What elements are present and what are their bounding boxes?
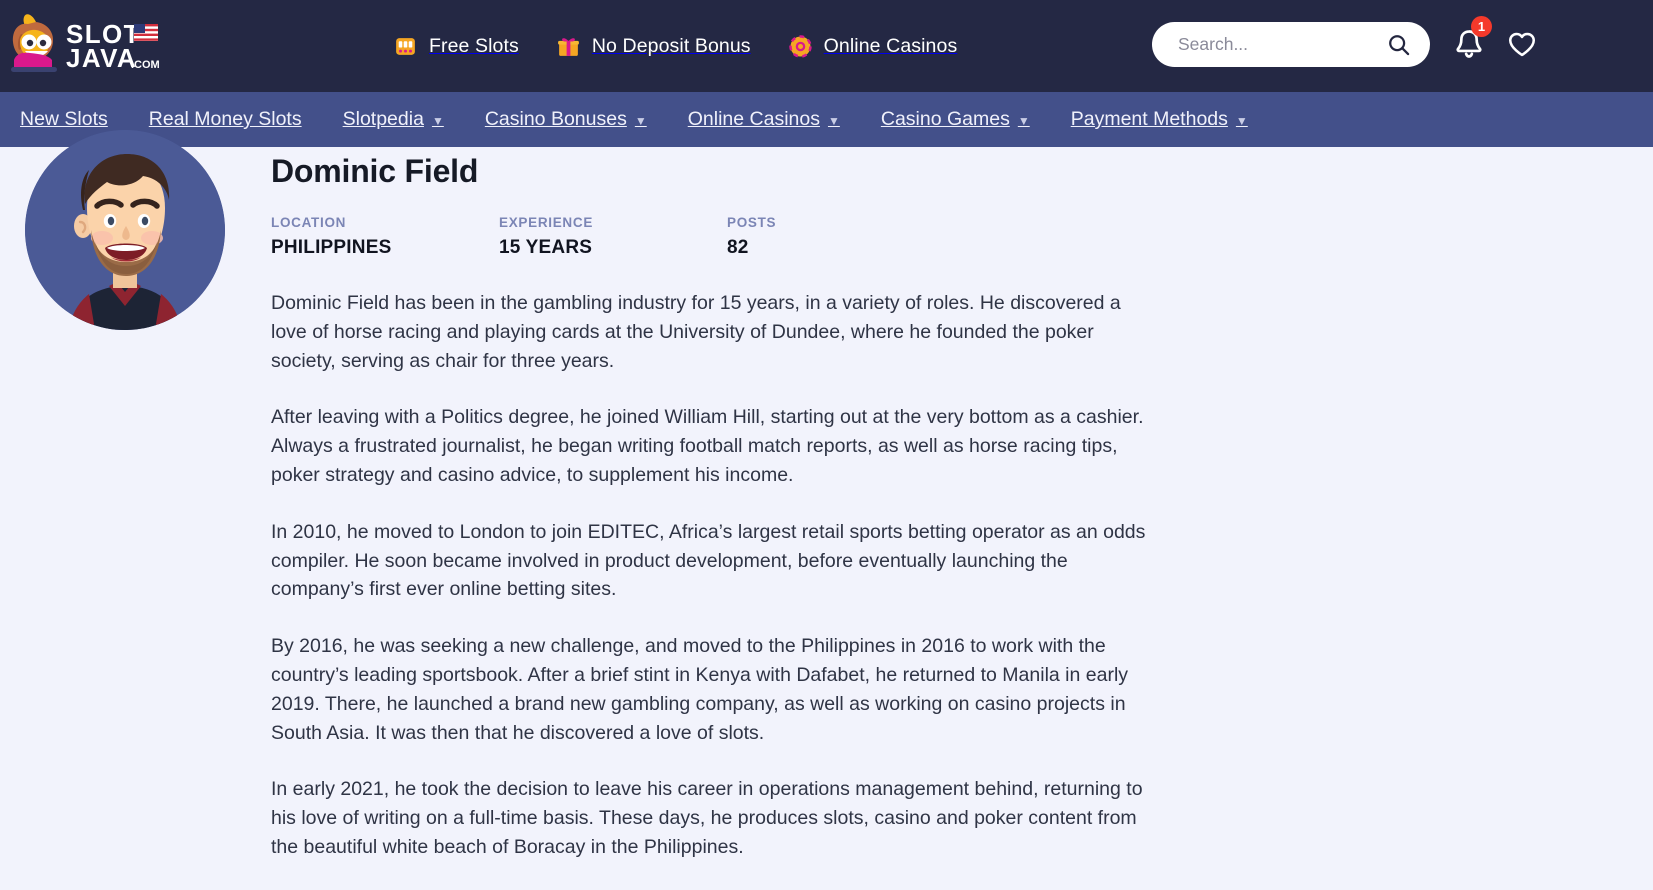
bio-paragraph: In early 2021, he took the decision to l… — [271, 778, 1143, 858]
quick-link-label: Free Slots — [429, 34, 519, 57]
stat-label: LOCATION — [271, 215, 347, 230]
quick-link-label: No Deposit Bonus — [591, 34, 751, 57]
nav-item-label: Casino Games — [880, 108, 1010, 130]
stat-label: POSTS — [727, 215, 777, 230]
bio-paragraph: Dominic Field has been in the gambling i… — [271, 292, 1121, 372]
nav-item-label: Slotpedia — [342, 108, 424, 130]
svg-text:JAVA: JAVA — [66, 43, 137, 73]
search-bar[interactable] — [1152, 22, 1430, 67]
stat-posts: POSTS 82 — [727, 215, 955, 259]
casino-chip-icon — [788, 34, 812, 58]
nav-item-slotpedia[interactable]: Slotpedia ▼ — [343, 108, 444, 131]
notifications-button[interactable]: 1 — [1452, 16, 1492, 70]
nav-item-casino-games[interactable]: Casino Games ▼ — [881, 108, 1030, 131]
search-input[interactable] — [1176, 33, 1386, 56]
profile-stats: LOCATION PHILIPPINES EXPERIENCE 15 YEARS… — [271, 215, 1161, 259]
nav-item-new-slots[interactable]: New Slots — [20, 108, 108, 131]
nav-item-casino-bonuses[interactable]: Casino Bonuses ▼ — [485, 108, 647, 131]
main-navigation-bar: New Slots Real Money Slots Slotpedia ▼ C… — [0, 92, 1653, 147]
heart-icon — [1509, 32, 1535, 57]
stat-experience: EXPERIENCE 15 YEARS — [499, 215, 727, 259]
page-title: Dominic Field — [271, 153, 479, 189]
favorites-button[interactable] — [1505, 28, 1539, 65]
chevron-down-icon: ▼ — [634, 113, 647, 128]
quick-link-free-slots[interactable]: Free Slots — [393, 34, 519, 59]
svg-text:.COM: .COM — [131, 59, 160, 71]
notification-count-badge: 1 — [1471, 16, 1492, 37]
nav-item-label: Online Casinos — [687, 108, 820, 130]
bio-paragraph: After leaving with a Politics degree, he… — [271, 406, 1144, 486]
quick-link-label: Online Casinos — [823, 34, 958, 57]
chevron-down-icon: ▼ — [431, 113, 444, 128]
chevron-down-icon: ▼ — [827, 113, 840, 128]
stat-value: 82 — [727, 237, 749, 258]
search-icon — [1389, 34, 1410, 55]
stat-value: 15 YEARS — [499, 237, 593, 258]
author-avatar-illustration — [25, 130, 225, 330]
avatar — [25, 130, 225, 330]
search-submit-button[interactable] — [1386, 32, 1412, 58]
nav-item-label: Payment Methods — [1070, 108, 1228, 130]
quick-links-nav: Free Slots No Deposit Bonus Online Casin… — [393, 34, 957, 59]
bio-paragraph: In 2010, he moved to London to join EDIT… — [271, 520, 1146, 601]
profile-content: Dominic Field LOCATION PHILIPPINES EXPER… — [271, 147, 1161, 890]
chevron-down-icon: ▼ — [1017, 113, 1030, 128]
author-biography: Dominic Field has been in the gambling i… — [271, 289, 1161, 862]
author-profile-page: Dominic Field LOCATION PHILIPPINES EXPER… — [0, 130, 1653, 872]
nav-item-payment-methods[interactable]: Payment Methods ▼ — [1071, 108, 1248, 131]
top-header-bar: SLOT JAVA .COM Free Slots No Deposit Bon… — [0, 0, 1653, 92]
nav-item-label: New Slots — [20, 108, 108, 130]
quick-link-online-casinos[interactable]: Online Casinos — [788, 34, 958, 59]
nav-item-label: Real Money Slots — [148, 108, 302, 130]
bio-paragraph: By 2016, he was seeking a new challenge,… — [271, 635, 1129, 744]
quick-link-no-deposit-bonus[interactable]: No Deposit Bonus — [556, 34, 751, 59]
slot-machine-icon — [396, 37, 415, 55]
stat-value: PHILIPPINES — [271, 237, 392, 258]
chevron-down-icon: ▼ — [1235, 113, 1248, 128]
gift-icon — [557, 37, 579, 56]
us-flag-icon — [134, 24, 158, 41]
nav-item-label: Casino Bonuses — [484, 108, 627, 130]
site-logo[interactable]: SLOT JAVA .COM — [8, 10, 168, 82]
nav-item-real-money-slots[interactable]: Real Money Slots — [149, 108, 302, 131]
nav-item-online-casinos[interactable]: Online Casinos ▼ — [688, 108, 840, 131]
slotjava-logo-icon: SLOT JAVA .COM — [11, 14, 160, 73]
stat-label: EXPERIENCE — [499, 215, 594, 230]
stat-location: LOCATION PHILIPPINES — [271, 215, 499, 259]
